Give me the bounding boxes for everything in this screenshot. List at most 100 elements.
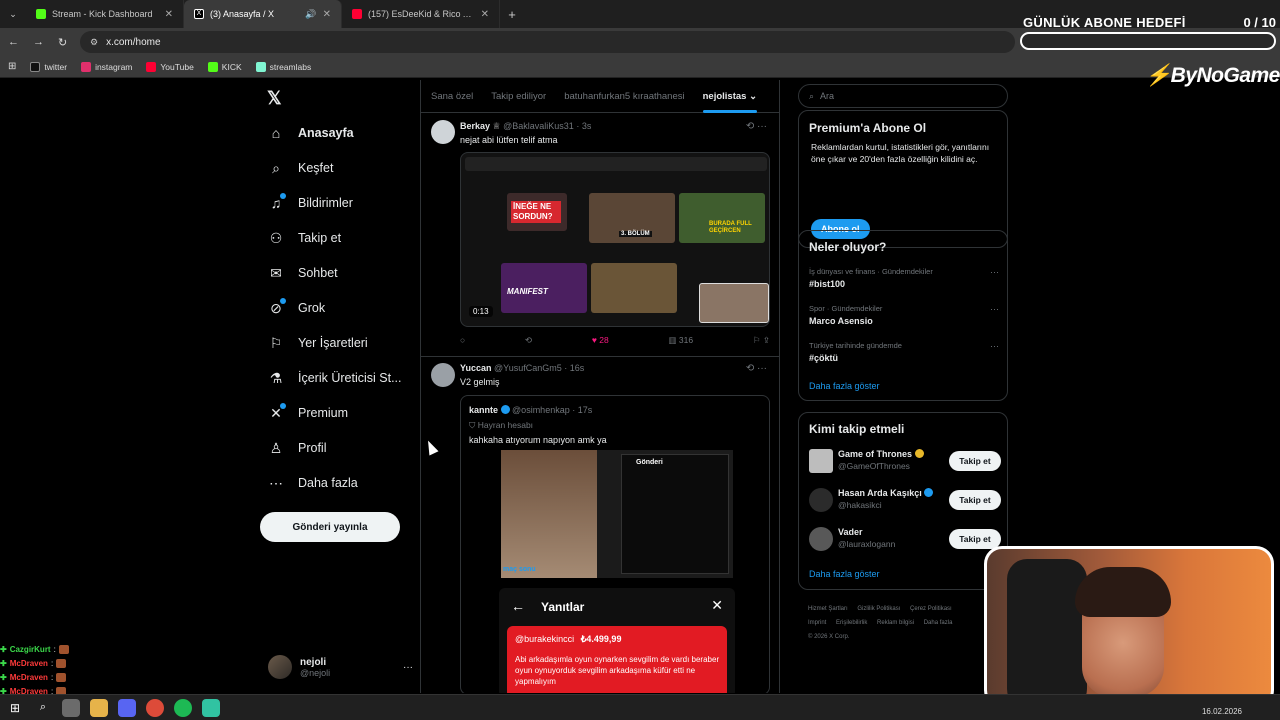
footer-link[interactable]: Hizmet Şartları bbox=[808, 606, 848, 612]
close-icon[interactable]: ✕ bbox=[481, 9, 489, 20]
follow-handle: @lauraxlogann bbox=[838, 539, 896, 549]
trend-item[interactable]: İş dünyası ve finans · Gündemdekiler #bi… bbox=[809, 267, 999, 289]
more-dots-icon[interactable]: ··· bbox=[990, 341, 999, 351]
replies-panel: ← Yanıtlar ✕ @burakekincci ₺4.499,99 Abi… bbox=[499, 588, 735, 693]
spotify-icon[interactable] bbox=[174, 698, 192, 717]
nav-profile[interactable]: ♙ Profil bbox=[268, 440, 327, 456]
follow-suggestion[interactable]: Vader @lauraxlogann Takip et bbox=[809, 525, 1001, 553]
forward-arrow-icon[interactable]: → bbox=[33, 36, 44, 48]
windows-start-icon[interactable]: ⊞ bbox=[6, 699, 24, 717]
nav-creator-studio[interactable]: ⚗ İçerik Üreticisi St... bbox=[268, 370, 402, 386]
post-button[interactable]: Gönderi yayınla bbox=[260, 512, 400, 542]
tweet-text: V2 gelmiş bbox=[460, 377, 500, 387]
speaker-icon[interactable]: 🔊 bbox=[305, 9, 316, 20]
nav-follow[interactable]: ⚇ Takip et bbox=[268, 230, 341, 246]
more-dots-icon[interactable]: ⟲ ··· bbox=[746, 363, 767, 374]
bookmark-twitter[interactable]: twitter bbox=[30, 61, 67, 72]
follow-suggestion[interactable]: Hasan Arda Kaşıkçı @hakasikci Takip et bbox=[809, 486, 1001, 514]
screenshot-panel: Gönderi bbox=[621, 454, 729, 574]
goal-progress-bar bbox=[1020, 32, 1276, 50]
follow-name: Game of Thrones bbox=[838, 449, 924, 459]
follow-button[interactable]: Takip et bbox=[949, 490, 1001, 510]
discord-icon[interactable] bbox=[118, 698, 136, 717]
reload-icon[interactable]: ↻ bbox=[58, 36, 67, 49]
nav-home[interactable]: ⌂ Anasayfa bbox=[268, 125, 354, 141]
footer-link[interactable]: Imprint bbox=[808, 620, 826, 626]
file-explorer-icon[interactable] bbox=[90, 698, 108, 717]
x-logo-icon: ✕ bbox=[268, 403, 286, 421]
address-bar[interactable]: ⚙ x.com/home bbox=[80, 31, 1015, 53]
tweet[interactable]: Yuccan @YusufCanGm5 · 16s ⟲ ··· V2 gelmi… bbox=[421, 80, 779, 693]
trend-item[interactable]: Türkiye tarihinde gündemde #çöktü ··· bbox=[809, 341, 999, 363]
close-icon: ✕ bbox=[711, 597, 723, 613]
site-info-icon[interactable]: ⚙ bbox=[90, 37, 98, 48]
close-icon[interactable]: ✕ bbox=[323, 9, 331, 20]
emote-icon bbox=[56, 658, 67, 668]
chrome-icon[interactable] bbox=[146, 698, 164, 717]
donation-header: @burakekincci ₺4.499,99 bbox=[515, 634, 621, 645]
account-switcher[interactable]: nejoli @nejoli ··· bbox=[268, 654, 413, 680]
tab-search-dropdown[interactable]: ⌄ bbox=[0, 9, 26, 20]
avatar[interactable] bbox=[431, 363, 455, 387]
grok-icon: ⊘ bbox=[268, 298, 286, 316]
follow-button[interactable]: Takip et bbox=[949, 529, 1001, 549]
bookmark-streamlabs[interactable]: streamlabs bbox=[255, 61, 311, 72]
footer-link[interactable]: Gizlilik Politikası bbox=[857, 606, 900, 612]
show-more-trends-link[interactable]: Daha fazla göster bbox=[809, 381, 880, 391]
bookmark-youtube[interactable]: YouTube bbox=[146, 61, 194, 72]
bookmark-instagram[interactable]: instagram bbox=[81, 61, 133, 72]
nav-grok[interactable]: ⊘ Grok bbox=[268, 298, 326, 316]
tab-x-home[interactable]: X (3) Anasayfa / X 🔊 ✕ bbox=[184, 0, 342, 28]
footer-link[interactable]: Çerez Politikası bbox=[910, 606, 952, 612]
nav-chat[interactable]: ✉ Sohbet bbox=[268, 265, 338, 281]
chat-colon: : bbox=[53, 644, 56, 654]
trend-item[interactable]: Spor · Gündemdekiler Marco Asensio ··· bbox=[809, 304, 999, 326]
nav-label: Yer İşaretleri bbox=[298, 336, 368, 350]
bookmark-label: instagram bbox=[95, 61, 133, 72]
fan-label: Hayran hesabı bbox=[477, 420, 534, 430]
nav-explore[interactable]: ⌕ Keşfet bbox=[268, 160, 333, 176]
show-more-follow-link[interactable]: Daha fazla göster bbox=[809, 569, 880, 579]
more-dots-icon[interactable]: ··· bbox=[403, 662, 413, 673]
premium-title: Premium'a Abone Ol bbox=[809, 121, 927, 135]
search-icon[interactable]: ⌕ bbox=[34, 699, 52, 717]
quoted-tweet[interactable]: kannte @osimhenkap · 17s ⛉ Hayran hesabı… bbox=[460, 395, 770, 693]
follow-name-text: Game of Thrones bbox=[838, 449, 913, 459]
nav-label: Sohbet bbox=[298, 266, 338, 280]
nav-label: Bildirimler bbox=[298, 196, 353, 210]
back-arrow-icon[interactable]: ← bbox=[8, 36, 19, 48]
bookmark-kick[interactable]: KICK bbox=[207, 61, 242, 72]
nav-bookmarks[interactable]: ⚐ Yer İşaretleri bbox=[268, 335, 368, 351]
kick-icon bbox=[207, 61, 218, 72]
tweet-author-handle[interactable]: @YusufCanGm5 bbox=[494, 363, 562, 373]
bookmark-icon: ⚐ bbox=[269, 334, 283, 351]
nav-premium[interactable]: ✕ Premium bbox=[268, 403, 348, 421]
more-dots-icon[interactable]: ··· bbox=[990, 304, 999, 314]
close-icon[interactable]: ✕ bbox=[165, 9, 173, 20]
nav-notifications[interactable]: ♫ Bildirimler bbox=[268, 193, 353, 211]
footer-link[interactable]: Daha fazla bbox=[924, 620, 953, 626]
apps-grid-icon[interactable]: ⊞ bbox=[8, 61, 16, 72]
tweet-time[interactable]: 16s bbox=[570, 363, 585, 373]
nav-label: İçerik Üreticisi St... bbox=[298, 371, 402, 385]
home-icon: ⌂ bbox=[271, 125, 281, 141]
search-input[interactable]: ⌕ Ara bbox=[798, 84, 1008, 108]
nav-more[interactable]: ⋯ Daha fazla bbox=[268, 475, 358, 491]
x-logo-icon[interactable]: 𝕏 bbox=[267, 88, 282, 109]
emote-icon bbox=[58, 644, 69, 654]
person-plus-icon: ⚇ bbox=[269, 229, 283, 246]
more-dots-icon[interactable]: ··· bbox=[990, 267, 999, 277]
tab-kick-dashboard[interactable]: Stream - Kick Dashboard ✕ bbox=[26, 0, 184, 28]
footer-link[interactable]: Erişilebilirlik bbox=[836, 620, 867, 626]
task-view-icon[interactable] bbox=[62, 698, 80, 717]
fan-account-label: ⛉ Hayran hesabı bbox=[469, 420, 533, 431]
windows-taskbar: ⊞ ⌕ 16.02.2026 bbox=[0, 694, 1280, 720]
footer-link[interactable]: Reklam bilgisi bbox=[877, 620, 914, 626]
tweet-author-name[interactable]: Yuccan bbox=[460, 363, 492, 373]
streamlabs-icon[interactable] bbox=[202, 698, 220, 717]
follow-button[interactable]: Takip et bbox=[949, 451, 1001, 471]
new-tab-button[interactable]: + bbox=[500, 7, 524, 22]
tab-youtube[interactable]: (157) EsDeeKid & Rico Ace - Pl ✕ bbox=[342, 0, 500, 28]
nav-label: Grok bbox=[298, 301, 326, 315]
follow-suggestion[interactable]: Game of Thrones @GameOfThrones Takip et bbox=[809, 447, 1001, 475]
